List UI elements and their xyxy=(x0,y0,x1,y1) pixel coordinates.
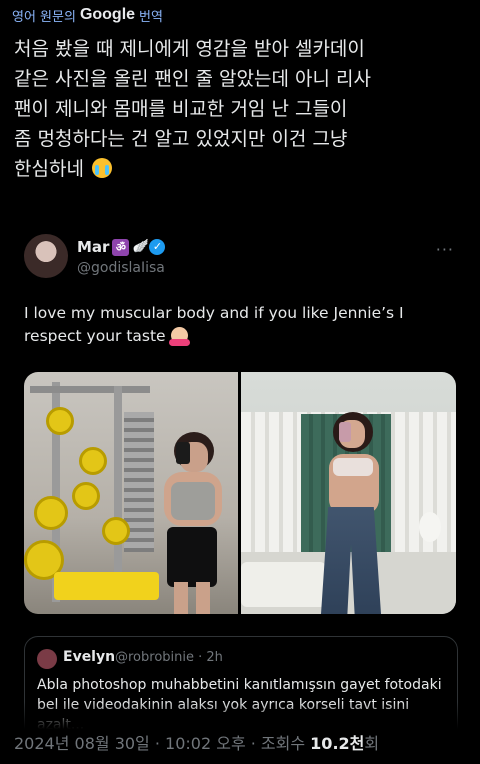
timestamp-text: 2024년 08월 30일 · 10:02 오후 · 조회수 xyxy=(14,734,311,753)
view-count: 10.2천 xyxy=(310,734,365,753)
quote-header: Mar ॐ 🪽 ✓ @godislaIisa ··· xyxy=(24,234,454,280)
gym-photo[interactable] xyxy=(24,372,238,614)
view-count-suffix: 회 xyxy=(364,734,380,753)
quote-tweet-card[interactable]: Mar ॐ 🪽 ✓ @godislaIisa ··· I love my mus… xyxy=(0,212,480,732)
translation-line[interactable]: 영어 원문의 Google 번역 xyxy=(12,4,163,26)
tweet-text-body: 처음 봤을 때 제니에게 영감을 받아 셀카데이 같은 사진을 올린 팬인 줄 … xyxy=(14,38,371,180)
shrug-emoji-icon xyxy=(168,327,190,346)
wing-icon: 🪽 xyxy=(132,239,149,254)
translation-suffix: 번역 xyxy=(139,9,163,25)
media-grid[interactable] xyxy=(24,372,456,614)
quote-text-body: I love my muscular body and if you like … xyxy=(24,304,404,345)
nested-author-handle[interactable]: @robrobinie · 2h xyxy=(115,650,223,665)
author-name-text: Mar xyxy=(77,238,110,256)
quote-text: I love my muscular body and if you like … xyxy=(24,302,454,348)
avatar[interactable] xyxy=(37,649,57,669)
quote-author-name[interactable]: Mar ॐ 🪽 ✓ xyxy=(77,238,166,256)
avatar[interactable] xyxy=(24,234,68,278)
quote-author-handle[interactable]: @godislaIisa xyxy=(77,260,165,276)
google-logo: Google xyxy=(79,6,136,23)
om-symbol-icon: ॐ xyxy=(112,238,130,256)
crying-face-icon xyxy=(91,158,112,178)
tweet-timestamp[interactable]: 2024년 08월 30일 · 10:02 오후 · 조회수 10.2천회 xyxy=(14,730,379,754)
card-fade xyxy=(0,702,480,732)
more-options-icon[interactable]: ··· xyxy=(436,240,454,259)
bedroom-photo[interactable] xyxy=(241,372,456,614)
translation-prefix: 영어 원문의 xyxy=(12,9,76,25)
verified-badge-icon: ✓ xyxy=(149,239,166,255)
tweet-text: 처음 봤을 때 제니에게 영감을 받아 셀카데이 같은 사진을 올린 팬인 줄 … xyxy=(14,34,469,184)
nested-author-name[interactable]: Evelyn xyxy=(63,649,115,665)
